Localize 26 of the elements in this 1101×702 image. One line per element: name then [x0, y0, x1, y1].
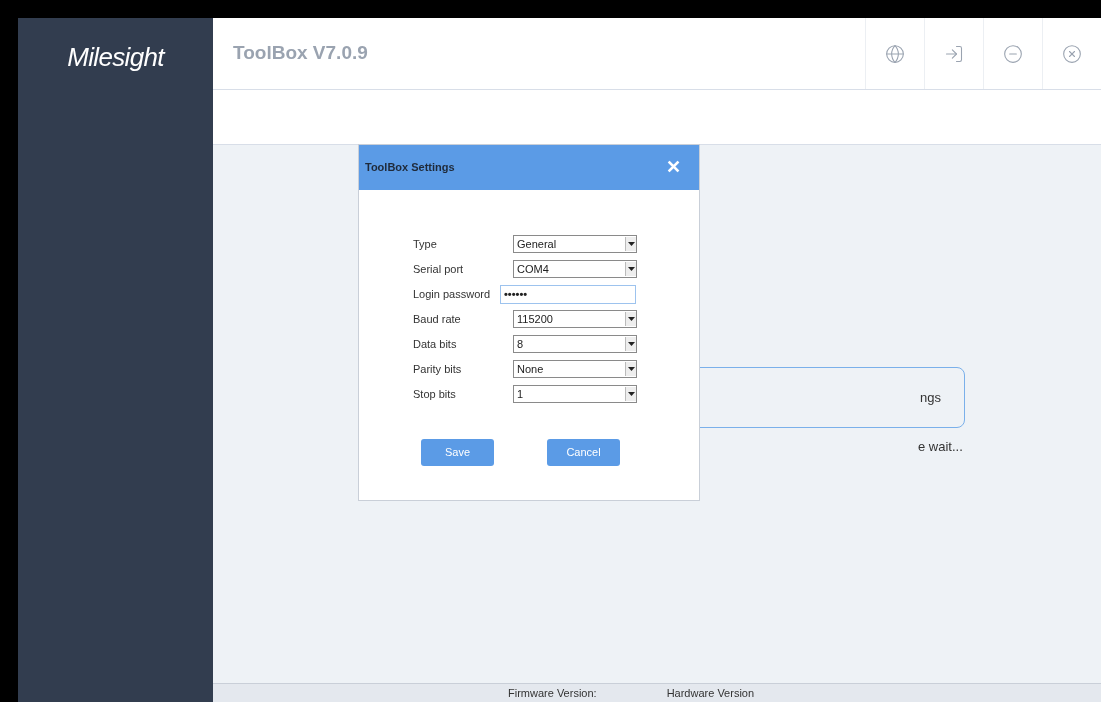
field-label: Type [413, 236, 438, 252]
password-field[interactable]: •••••• [500, 284, 636, 304]
caret-icon [625, 237, 636, 251]
app-title: ToolBox V7.0.9 [233, 41, 368, 66]
field-label: Parity bits [413, 361, 463, 377]
logo: Milesight [67, 41, 164, 74]
firmware-version: Firmware Version: [508, 685, 597, 701]
caret-icon [625, 337, 636, 351]
field-label: Login password [413, 286, 492, 302]
caret-icon [625, 262, 636, 276]
dialog-title: ToolBox Settings [365, 160, 455, 176]
dropdown[interactable]: COM4 [513, 260, 637, 278]
field-label: Data bits [413, 336, 458, 352]
dropdown[interactable]: 8 [513, 335, 637, 353]
dropdown[interactable]: General [513, 235, 637, 253]
field-label: Serial port [413, 261, 465, 277]
dropdown[interactable]: 1 [513, 385, 637, 403]
caret-icon [625, 362, 636, 376]
field-label: Baud rate [413, 311, 462, 327]
status-text: e wait... [918, 438, 963, 456]
dropdown[interactable]: None [513, 360, 637, 378]
caret-icon [625, 387, 636, 401]
field-label: Stop bits [413, 386, 457, 402]
caret-icon [625, 312, 636, 326]
hardware-version: Hardware Version [666, 685, 755, 701]
dropdown[interactable]: 115200 [513, 310, 637, 328]
